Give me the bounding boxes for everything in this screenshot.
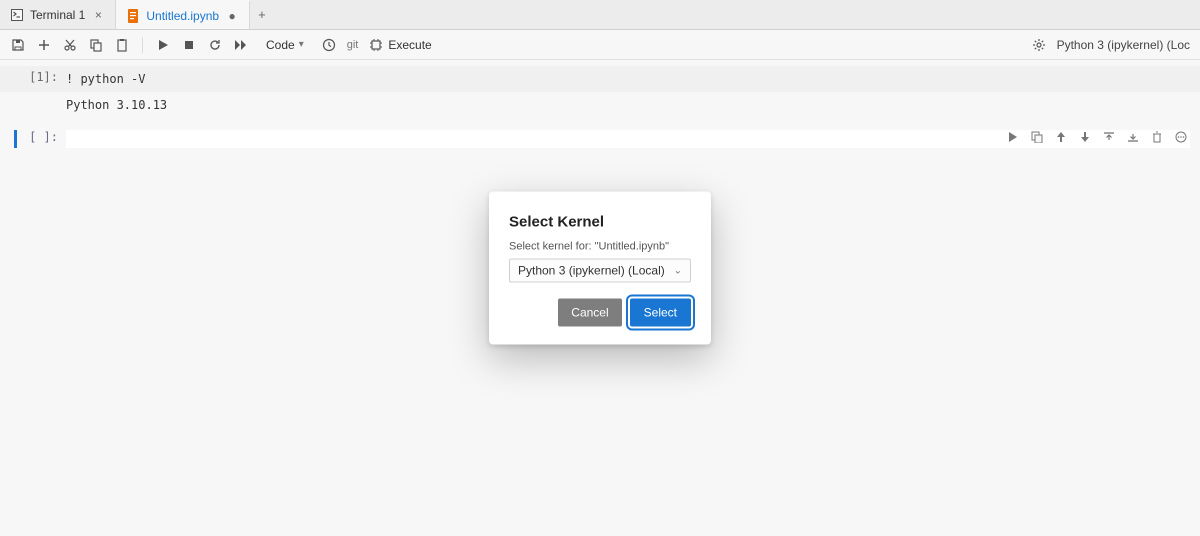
cell-prompt: [1]: bbox=[6, 70, 66, 84]
tab-title: Untitled.ipynb bbox=[146, 9, 219, 23]
cancel-button[interactable]: Cancel bbox=[558, 299, 621, 327]
select-button[interactable]: Select bbox=[630, 299, 691, 327]
cell-output: Python 3.10.13 bbox=[0, 92, 1200, 118]
chip-icon bbox=[368, 37, 384, 53]
clock-icon[interactable] bbox=[321, 37, 337, 53]
notebook-toolbar: Code ▾ git Execute Python 3 (ipykernel) … bbox=[0, 30, 1200, 60]
close-icon[interactable]: × bbox=[91, 8, 105, 22]
chevron-down-icon: ⌄ bbox=[674, 265, 682, 276]
kernel-indicator[interactable]: Python 3 (ipykernel) (Loc bbox=[1057, 38, 1190, 52]
cell-content[interactable]: ! python -V bbox=[66, 70, 1190, 88]
move-down-icon[interactable] bbox=[1078, 130, 1092, 144]
run-cell-icon[interactable] bbox=[1006, 130, 1020, 144]
dialog-subtitle: Select kernel for: "Untitled.ipynb" bbox=[509, 241, 691, 253]
dialog-title: Select Kernel bbox=[509, 214, 691, 231]
tab-terminal[interactable]: Terminal 1 × bbox=[0, 0, 116, 29]
chevron-down-icon: ▾ bbox=[299, 39, 304, 50]
tab-title: Terminal 1 bbox=[30, 8, 85, 22]
execute-button[interactable]: Execute bbox=[368, 37, 431, 53]
insert-above-icon[interactable] bbox=[1102, 130, 1116, 144]
code-cell[interactable]: [1]: ! python -V bbox=[0, 66, 1200, 92]
cell-toolbar bbox=[1006, 130, 1188, 144]
insert-below-icon[interactable] bbox=[1126, 130, 1140, 144]
execute-label: Execute bbox=[388, 38, 431, 52]
kernel-select-value: Python 3 (ipykernel) (Local) bbox=[518, 264, 665, 278]
celltype-select[interactable]: Code ▾ bbox=[259, 35, 311, 55]
save-icon[interactable] bbox=[10, 37, 26, 53]
gear-icon[interactable] bbox=[1031, 37, 1047, 53]
cell-prompt: [ ]: bbox=[6, 130, 66, 144]
code-cell-active[interactable]: [ ]: bbox=[0, 126, 1200, 152]
git-label[interactable]: git bbox=[347, 39, 359, 51]
run-icon[interactable] bbox=[155, 37, 171, 53]
dialog-actions: Cancel Select bbox=[509, 299, 691, 327]
select-kernel-dialog: Select Kernel Select kernel for: "Untitl… bbox=[489, 192, 711, 345]
tab-modified-indicator: ● bbox=[225, 9, 239, 23]
delete-icon[interactable] bbox=[1150, 130, 1164, 144]
copy-icon[interactable] bbox=[88, 37, 104, 53]
tab-notebook[interactable]: Untitled.ipynb ● bbox=[116, 0, 250, 29]
move-up-icon[interactable] bbox=[1054, 130, 1068, 144]
separator bbox=[142, 37, 143, 53]
paste-icon[interactable] bbox=[114, 37, 130, 53]
fast-forward-icon[interactable] bbox=[233, 37, 249, 53]
restart-icon[interactable] bbox=[207, 37, 223, 53]
terminal-icon bbox=[10, 8, 24, 22]
notebook-icon bbox=[126, 9, 140, 23]
stop-icon[interactable] bbox=[181, 37, 197, 53]
add-cell-icon[interactable] bbox=[36, 37, 52, 53]
cell-output-text: Python 3.10.13 bbox=[66, 96, 1190, 114]
more-icon[interactable] bbox=[1174, 130, 1188, 144]
celltype-label: Code bbox=[266, 38, 295, 52]
cut-icon[interactable] bbox=[62, 37, 78, 53]
tab-bar: Terminal 1 × Untitled.ipynb ● + bbox=[0, 0, 1200, 30]
kernel-select[interactable]: Python 3 (ipykernel) (Local) ⌄ bbox=[509, 259, 691, 283]
duplicate-icon[interactable] bbox=[1030, 130, 1044, 144]
add-tab-button[interactable]: + bbox=[250, 0, 274, 29]
